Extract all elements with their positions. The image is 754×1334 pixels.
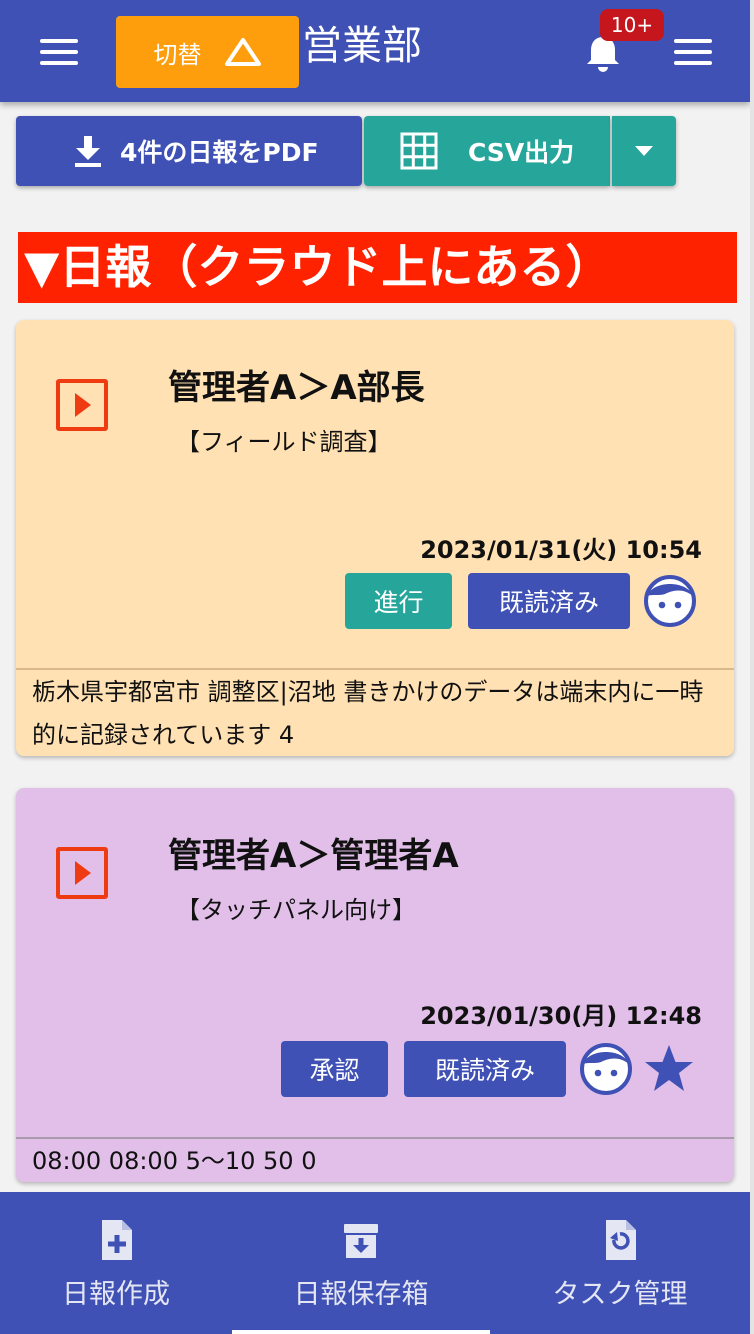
csv-dropdown-button[interactable] [612, 116, 676, 186]
report-subtitle: 【タッチパネル向け】 [176, 896, 416, 924]
dropdown-caret-icon [635, 146, 653, 156]
star-icon[interactable] [642, 1042, 696, 1096]
notification-badge: 10+ [600, 9, 664, 41]
nav-task-management[interactable]: タスク管理 [524, 1192, 716, 1334]
status-badge[interactable]: 承認 [281, 1041, 388, 1097]
report-body: 栃木県宇都宮市 調整区|沼地 書きかけのデータは端末内に一時的に記録されています… [32, 678, 704, 749]
face-icon [644, 575, 696, 627]
play-icon[interactable] [56, 847, 108, 899]
switch-label: 切替 [153, 40, 202, 69]
report-card[interactable]: 管理者A＞A部長 【フィールド調査】 2023/01/31(火) 10:54 進… [16, 320, 734, 756]
report-body: 08:00 08:00 5〜10 50 0 [32, 1147, 317, 1175]
report-title: 管理者A＞A部長 [168, 368, 425, 408]
pdf-export-label: 4件の日報をPDF [120, 138, 319, 167]
new-document-icon [102, 1220, 132, 1260]
archive-box-icon [344, 1224, 378, 1258]
face-icon [580, 1043, 632, 1095]
play-icon[interactable] [56, 379, 108, 431]
nav-create-report[interactable]: 日報作成 [20, 1192, 212, 1334]
scroll-edge [750, 0, 754, 1334]
section-heading: ▼日報（クラウド上にある） [18, 232, 737, 303]
report-subtitle: 【フィールド調査】 [176, 428, 392, 456]
card-divider [16, 668, 734, 670]
task-refresh-icon [606, 1220, 636, 1260]
nav-label: 日報保存箱 [293, 1279, 429, 1310]
options-menu-icon[interactable] [674, 39, 712, 65]
nav-label: 日報作成 [62, 1279, 170, 1310]
nav-report-archive[interactable]: 日報保存箱 [262, 1192, 460, 1334]
department-title: 営業部 [302, 23, 422, 69]
menu-icon[interactable] [40, 39, 78, 65]
read-status-button[interactable]: 既読済み [468, 573, 630, 629]
status-badge[interactable]: 進行 [345, 573, 452, 629]
triangle-icon [224, 38, 261, 66]
read-status-button[interactable]: 既読済み [404, 1041, 566, 1097]
switch-button[interactable]: 切替 [116, 16, 299, 88]
bottom-nav: 日報作成 日報保存箱 タスク管理 [0, 1192, 750, 1334]
csv-export-label: CSV出力 [468, 138, 575, 167]
report-datetime: 2023/01/31(火) 10:54 [420, 536, 702, 564]
pdf-export-button[interactable]: 4件の日報をPDF [16, 116, 362, 186]
report-card[interactable]: 管理者A＞管理者A 【タッチパネル向け】 2023/01/30(月) 12:48… [16, 788, 734, 1182]
report-title: 管理者A＞管理者A [168, 836, 459, 876]
csv-export-button[interactable]: CSV出力 [364, 116, 610, 186]
download-icon [75, 136, 101, 167]
active-tab-indicator [232, 1330, 490, 1334]
card-divider [16, 1137, 734, 1139]
report-datetime: 2023/01/30(月) 12:48 [420, 1002, 702, 1030]
app-header: 切替 営業部 10+ [0, 0, 750, 102]
nav-label: タスク管理 [552, 1279, 688, 1310]
grid-icon [400, 132, 438, 170]
